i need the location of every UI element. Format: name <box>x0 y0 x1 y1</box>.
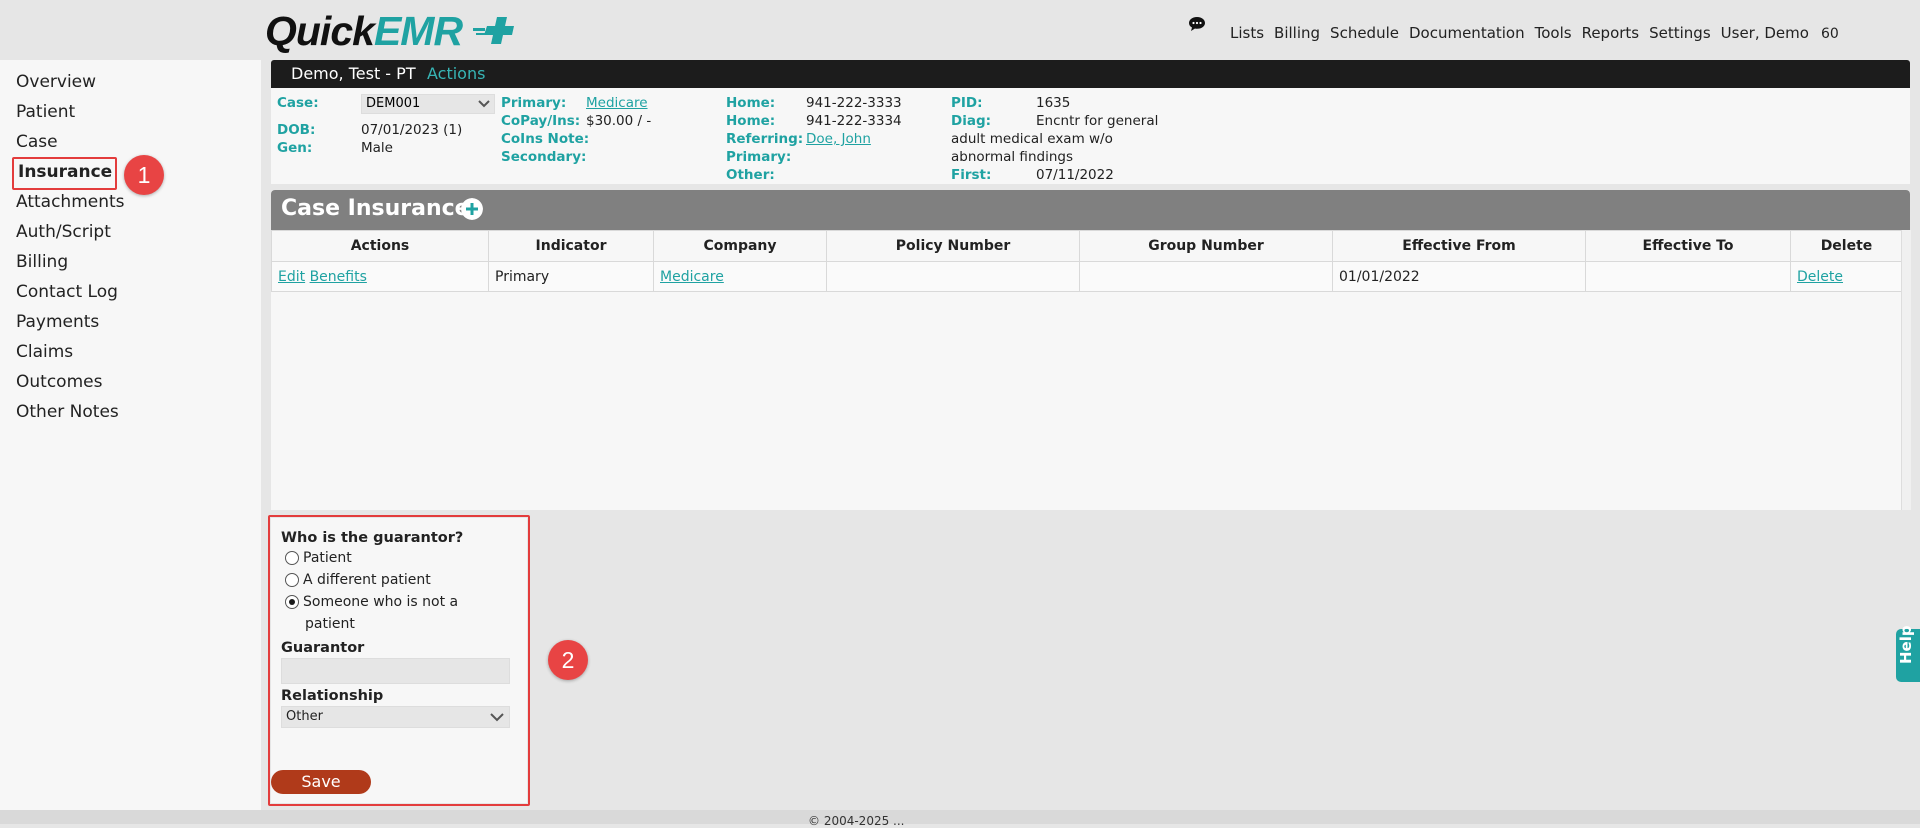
case-insurance-title: Case Insurance <box>281 196 470 221</box>
home-phone-label: Home: <box>726 95 776 111</box>
nav-schedule[interactable]: Schedule <box>1330 24 1399 42</box>
top-bar: QuickEMR Lists Billing Schedule Documentati… <box>0 0 1920 60</box>
sidebar-item-case[interactable]: Case <box>16 132 58 152</box>
col-indicator: Indicator <box>488 230 654 262</box>
referring-label: Referring: <box>726 131 804 147</box>
case-select-value: DEM001 <box>366 96 421 111</box>
col-company: Company <box>653 230 827 262</box>
indicator-cell: Primary <box>488 261 654 292</box>
nav-tools[interactable]: Tools <box>1535 24 1572 42</box>
coins-note-label: CoIns Note: <box>501 131 590 147</box>
nav-documentation[interactable]: Documentation <box>1409 24 1525 42</box>
dob-value: 07/01/2023 (1) <box>361 122 463 138</box>
annotation-highlight-insurance <box>12 157 117 190</box>
actions-link[interactable]: Actions <box>427 64 485 83</box>
case-label: Case: <box>277 95 319 111</box>
nav-settings[interactable]: Settings <box>1649 24 1711 42</box>
top-navigation: Lists Billing Schedule Documentation Tools Re… <box>1230 24 1849 42</box>
diag-label: Diag: <box>951 113 992 129</box>
help-label: Help <box>1897 625 1915 664</box>
gender-label: Gen: <box>277 140 313 156</box>
sidebar-item-outcomes[interactable]: Outcomes <box>16 372 102 392</box>
case-select[interactable]: DEM001 <box>361 94 495 114</box>
edit-link[interactable]: Edit <box>278 269 305 285</box>
other-label: Other: <box>726 167 775 183</box>
diag-line-3: abnormal findings <box>951 149 1073 165</box>
effective-from-cell: 01/01/2022 <box>1332 261 1586 292</box>
footer-copyright: © 2004-2025 ... <box>808 814 905 828</box>
add-insurance-icon[interactable] <box>461 198 483 220</box>
sidebar-item-overview[interactable]: Overview <box>16 72 96 92</box>
company-cell: Medicare <box>653 261 827 292</box>
nav-lists[interactable]: Lists <box>1230 24 1264 42</box>
secondary-ins-label: Secondary: <box>501 149 587 165</box>
col-delete: Delete <box>1790 230 1903 262</box>
home-phone-2-label: Home: <box>726 113 776 129</box>
col-effective-from: Effective From <box>1332 230 1586 262</box>
gender-value: Male <box>361 140 393 156</box>
help-tab[interactable]: Help <box>1896 625 1920 682</box>
chevron-down-icon <box>478 100 490 108</box>
copay-value: $30.00 / - <box>586 113 652 129</box>
annotation-badge-2: 2 <box>548 640 588 680</box>
quickemr-logo[interactable]: QuickEMR <box>265 6 463 56</box>
footer: © 2004-2025 ... <box>0 810 1920 828</box>
col-group-number: Group Number <box>1079 230 1333 262</box>
annotation-badge-1: 1 <box>124 155 164 195</box>
table-header-row: Actions Indicator Company Policy Number … <box>271 230 1903 262</box>
sidebar-item-billing[interactable]: Billing <box>16 252 68 272</box>
case-insurance-panel: Case Insurance Actions Indicator Company… <box>271 190 1911 510</box>
nav-user-menu[interactable]: User, Demo <box>1721 24 1809 42</box>
patient-info-panel: Case: DEM001 DOB: 07/01/2023 (1) Gen: Ma… <box>271 88 1910 184</box>
primary-ins-label: Primary: <box>501 95 567 111</box>
dob-label: DOB: <box>277 122 316 138</box>
primary-provider-label: Primary: <box>726 149 792 165</box>
home-phone-2-value: 941-222-3334 <box>806 113 902 129</box>
diag-line-2: adult medical exam w/o <box>951 131 1113 147</box>
referring-link[interactable]: Doe, John <box>806 131 871 147</box>
delete-link[interactable]: Delete <box>1797 269 1843 285</box>
sidebar-item-attachments[interactable]: Attachments <box>16 192 125 212</box>
row-actions-cell: Edit Benefits <box>271 261 489 292</box>
diag-line-1: Encntr for general <box>1036 113 1159 129</box>
sidebar-item-patient[interactable]: Patient <box>16 102 75 122</box>
table-row: Edit Benefits Primary Medicare 01/01/202… <box>271 261 1903 292</box>
group-number-cell <box>1079 261 1333 292</box>
pid-label: PID: <box>951 95 983 111</box>
nav-billing[interactable]: Billing <box>1274 24 1320 42</box>
case-insurance-header: Case Insurance <box>271 190 1910 230</box>
primary-ins-link[interactable]: Medicare <box>586 95 648 111</box>
delete-cell: Delete <box>1790 261 1903 292</box>
patient-header-bar: Demo, Test - PT Actions <box>271 60 1910 88</box>
chat-icon[interactable] <box>1188 16 1206 32</box>
logo-plus-icon <box>473 17 514 44</box>
nav-reports[interactable]: Reports <box>1582 24 1640 42</box>
sidebar-item-auth-script[interactable]: Auth/Script <box>16 222 111 242</box>
sidebar-item-payments[interactable]: Payments <box>16 312 99 332</box>
col-policy-number: Policy Number <box>826 230 1080 262</box>
company-link[interactable]: Medicare <box>660 269 724 285</box>
effective-to-cell <box>1585 261 1791 292</box>
first-visit-value: 07/11/2022 <box>1036 167 1114 183</box>
table-scrollbar[interactable] <box>1901 230 1911 510</box>
first-visit-label: First: <box>951 167 992 183</box>
home-phone-value: 941-222-3333 <box>806 95 902 111</box>
sidebar-item-other-notes[interactable]: Other Notes <box>16 402 119 422</box>
sidebar-item-claims[interactable]: Claims <box>16 342 73 362</box>
annotation-highlight-guarantor <box>268 515 530 806</box>
col-actions: Actions <box>271 230 489 262</box>
sidebar-item-contact-log[interactable]: Contact Log <box>16 282 118 302</box>
pid-value: 1635 <box>1036 95 1071 111</box>
insurance-table: Actions Indicator Company Policy Number … <box>271 230 1903 292</box>
copay-label: CoPay/Ins: <box>501 113 581 129</box>
patient-name: Demo, Test - PT <box>291 64 416 83</box>
policy-number-cell <box>826 261 1080 292</box>
col-effective-to: Effective To <box>1585 230 1791 262</box>
benefits-link[interactable]: Benefits <box>310 269 367 285</box>
session-timer: 60 <box>1820 26 1839 42</box>
